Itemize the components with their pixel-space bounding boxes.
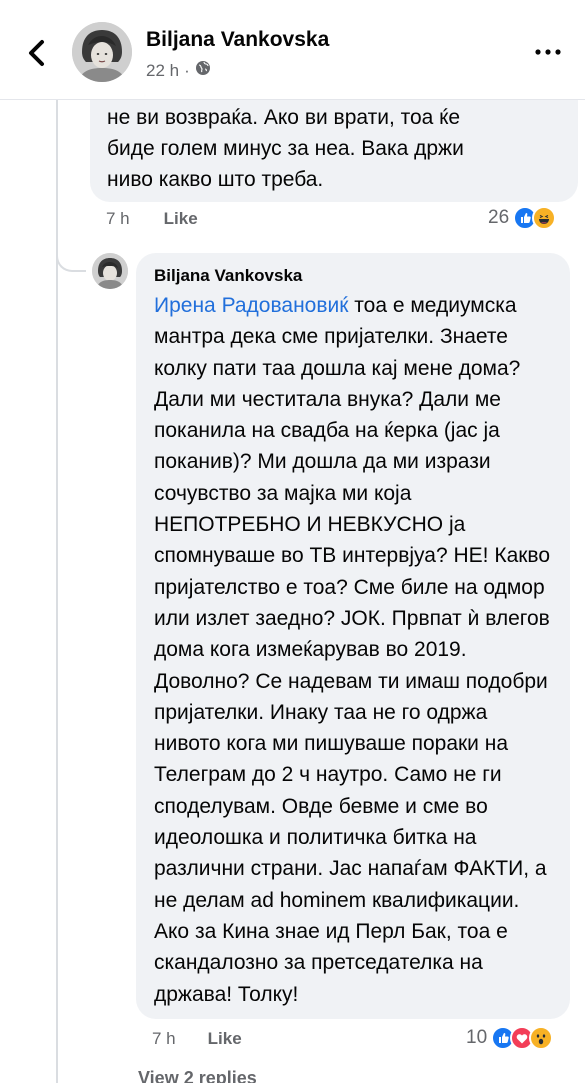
comment-actions: 7 h Like: [106, 209, 198, 229]
comment-text: не ви возвраќа. Ако ви врати, тоа ќе бид…: [107, 106, 464, 191]
like-button[interactable]: Like: [164, 209, 198, 229]
post-meta: 22 h ·: [146, 60, 211, 81]
mention-link[interactable]: Ирена Радовановиќ: [154, 294, 348, 317]
reaction-summary[interactable]: 10: [466, 1026, 554, 1050]
avatar[interactable]: [72, 22, 132, 82]
reply-bubble: Biljana Vankovska Ирена Радовановиќ тоа …: [136, 253, 570, 1019]
reply-time[interactable]: 7 h: [152, 1029, 176, 1049]
avatar[interactable]: [92, 253, 128, 289]
top-bar: Biljana Vankovska 22 h ·: [0, 0, 585, 100]
like-button[interactable]: Like: [208, 1029, 242, 1049]
haha-reaction-icon: [532, 206, 557, 230]
reaction-count: 26: [488, 207, 510, 228]
back-arrow-icon[interactable]: [22, 36, 52, 70]
reaction-count: 10: [466, 1027, 488, 1048]
meta-separator: ·: [184, 60, 190, 80]
comment-bubble: не ви возвраќа. Ако ви врати, тоа ќе бид…: [90, 96, 578, 202]
reply-body: тоа е медиумска мантра дека сме пријател…: [154, 294, 551, 1006]
view-replies-link[interactable]: View 2 replies: [138, 1068, 257, 1083]
reaction-summary[interactable]: 26: [488, 206, 557, 230]
reply-text: Ирена Радовановиќ тоа е медиумска мантра…: [154, 290, 558, 1010]
globe-icon: [195, 60, 211, 81]
page-title[interactable]: Biljana Vankovska: [146, 28, 329, 52]
comment-time[interactable]: 7 h: [106, 209, 130, 229]
wow-reaction-icon: [529, 1026, 554, 1050]
reply-author[interactable]: Biljana Vankovska: [154, 266, 558, 286]
more-options-icon[interactable]: [533, 44, 563, 60]
reply-actions: 7 h Like: [152, 1029, 242, 1049]
post-time[interactable]: 22 h: [146, 61, 179, 81]
thread-connector: [56, 240, 86, 272]
